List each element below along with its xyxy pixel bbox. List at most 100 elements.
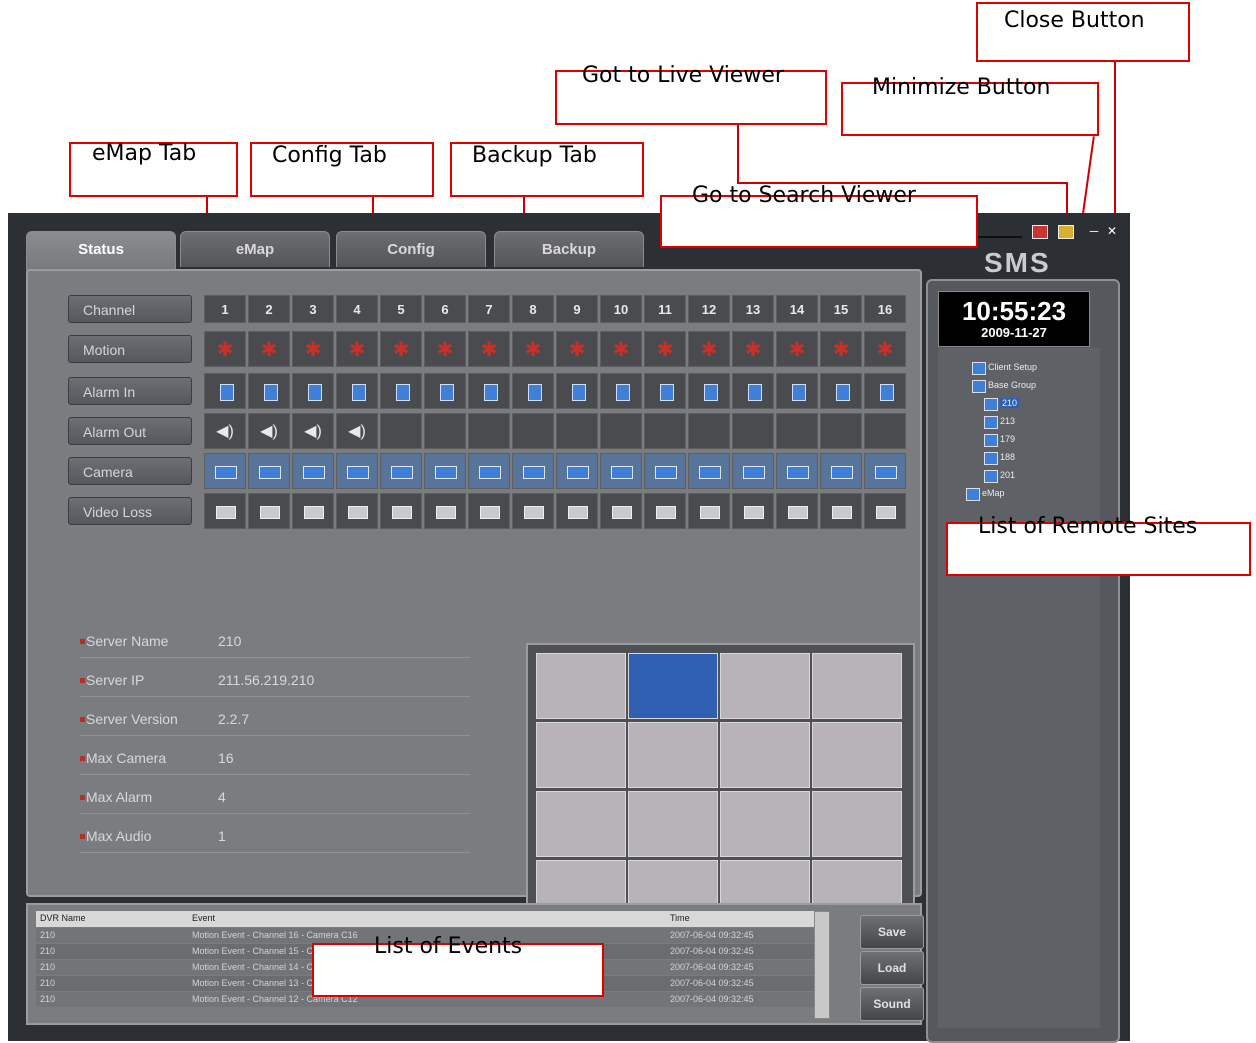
camera-icon bbox=[600, 453, 642, 489]
motion-icon: ✱ bbox=[468, 331, 510, 367]
row-header-alarm-out: Alarm Out bbox=[68, 417, 192, 445]
backup-tab-label: Backup Tab bbox=[472, 143, 597, 168]
sound-button[interactable]: Sound bbox=[860, 987, 924, 1021]
event-time: 2007-06-04 09:32:45 bbox=[670, 978, 754, 988]
alarm-out-empty bbox=[776, 413, 818, 449]
minimize-icon[interactable]: ─ bbox=[1088, 225, 1100, 237]
camera-preview-grid[interactable] bbox=[526, 643, 915, 937]
event-dvr-name: 210 bbox=[40, 978, 56, 988]
alarm-in-icon bbox=[336, 373, 378, 409]
channel-number: 16 bbox=[864, 295, 906, 323]
alarm-in-icon bbox=[512, 373, 554, 409]
max-alarm-value: 4 bbox=[218, 789, 226, 805]
alarm-in-icon bbox=[864, 373, 906, 409]
tree-node-icon bbox=[984, 398, 998, 411]
bullet-icon bbox=[80, 834, 85, 839]
camera-preview-cell[interactable] bbox=[628, 722, 718, 788]
tree-client-setup[interactable]: Client Setup bbox=[988, 362, 1037, 372]
camera-preview-cell[interactable] bbox=[812, 653, 902, 719]
tree-site-188[interactable]: 188 bbox=[1000, 452, 1015, 462]
camera-preview-cell[interactable] bbox=[628, 653, 718, 719]
camera-preview-cell[interactable] bbox=[720, 722, 810, 788]
live-viewer-icon[interactable] bbox=[1032, 225, 1048, 239]
column-event[interactable]: Event bbox=[192, 913, 215, 923]
app-title: SMS bbox=[984, 247, 1051, 278]
tree-node-icon bbox=[984, 416, 998, 429]
arrow-close bbox=[1114, 62, 1116, 222]
tree-emap[interactable]: eMap bbox=[982, 488, 1005, 498]
camera-preview-cell[interactable] bbox=[720, 653, 810, 719]
divider bbox=[80, 813, 470, 814]
camera-icon bbox=[204, 453, 246, 489]
camera-preview-cell[interactable] bbox=[628, 791, 718, 857]
channel-number: 9 bbox=[556, 295, 598, 323]
alarm-out-empty bbox=[512, 413, 554, 449]
camera-preview-cell[interactable] bbox=[812, 722, 902, 788]
tree-site-213[interactable]: 213 bbox=[1000, 416, 1015, 426]
alarm-in-icon bbox=[776, 373, 818, 409]
camera-icon bbox=[864, 453, 906, 489]
channel-number: 12 bbox=[688, 295, 730, 323]
motion-icon: ✱ bbox=[424, 331, 466, 367]
search-viewer-icon[interactable] bbox=[1058, 225, 1074, 239]
speaker-icon: ◀) bbox=[292, 413, 334, 449]
motion-icon: ✱ bbox=[380, 331, 422, 367]
close-button-label: Close Button bbox=[1004, 8, 1145, 33]
event-list-header: DVR Name Event Time bbox=[36, 911, 830, 927]
motion-icon: ✱ bbox=[776, 331, 818, 367]
event-scrollbar[interactable] bbox=[814, 911, 830, 1019]
camera-preview-cell[interactable] bbox=[536, 722, 626, 788]
event-dvr-name: 210 bbox=[40, 930, 56, 940]
server-name-value: 210 bbox=[218, 633, 242, 649]
row-header-camera: Camera bbox=[68, 457, 192, 485]
camera-preview-cell[interactable] bbox=[536, 653, 626, 719]
alarm-out-empty bbox=[732, 413, 774, 449]
close-icon[interactable]: ✕ bbox=[1106, 225, 1118, 237]
alarm-in-icon bbox=[468, 373, 510, 409]
motion-icon: ✱ bbox=[204, 331, 246, 367]
alarm-out-empty bbox=[864, 413, 906, 449]
tab-config[interactable]: Config bbox=[336, 231, 486, 267]
channel-number: 4 bbox=[336, 295, 378, 323]
camera-icon bbox=[424, 453, 466, 489]
clock-date: 2009-11-27 bbox=[981, 325, 1047, 340]
channel-number: 13 bbox=[732, 295, 774, 323]
alarm-out-empty bbox=[468, 413, 510, 449]
camera-preview-cell[interactable] bbox=[812, 791, 902, 857]
event-dvr-name: 210 bbox=[40, 946, 56, 956]
column-time[interactable]: Time bbox=[670, 913, 690, 923]
camera-preview-cell[interactable] bbox=[536, 791, 626, 857]
camera-preview-cell[interactable] bbox=[720, 791, 810, 857]
speaker-icon: ◀) bbox=[248, 413, 290, 449]
bullet-icon bbox=[80, 678, 85, 683]
video-loss-icon bbox=[644, 493, 686, 529]
camera-icon bbox=[776, 453, 818, 489]
tree-site-201[interactable]: 201 bbox=[1000, 470, 1015, 480]
config-tab-label: Config Tab bbox=[272, 143, 387, 168]
event-dvr-name: 210 bbox=[40, 994, 56, 1004]
row-header-alarm-in: Alarm In bbox=[68, 377, 192, 405]
divider bbox=[80, 774, 470, 775]
tree-base-group[interactable]: Base Group bbox=[988, 380, 1036, 390]
max-audio-label: Max Audio bbox=[86, 828, 152, 844]
video-loss-icon bbox=[732, 493, 774, 529]
event-time: 2007-06-04 09:32:45 bbox=[670, 946, 754, 956]
tab-status[interactable]: Status bbox=[26, 231, 176, 271]
save-button[interactable]: Save bbox=[860, 915, 924, 949]
tab-emap[interactable]: eMap bbox=[180, 231, 330, 267]
column-dvr-name[interactable]: DVR Name bbox=[40, 913, 86, 923]
camera-icon bbox=[380, 453, 422, 489]
server-version-label: Server Version bbox=[86, 711, 178, 727]
video-loss-icon bbox=[556, 493, 598, 529]
video-loss-icon bbox=[776, 493, 818, 529]
search-viewer-label: Go to Search Viewer bbox=[692, 183, 916, 208]
alarm-out-empty bbox=[644, 413, 686, 449]
video-loss-icon bbox=[512, 493, 554, 529]
tree-node-icon bbox=[984, 434, 998, 447]
camera-icon bbox=[512, 453, 554, 489]
tree-site-210[interactable]: 210 bbox=[1000, 398, 1020, 408]
load-button[interactable]: Load bbox=[860, 951, 924, 985]
tab-backup[interactable]: Backup bbox=[494, 231, 644, 267]
divider bbox=[80, 735, 470, 736]
tree-site-179[interactable]: 179 bbox=[1000, 434, 1015, 444]
